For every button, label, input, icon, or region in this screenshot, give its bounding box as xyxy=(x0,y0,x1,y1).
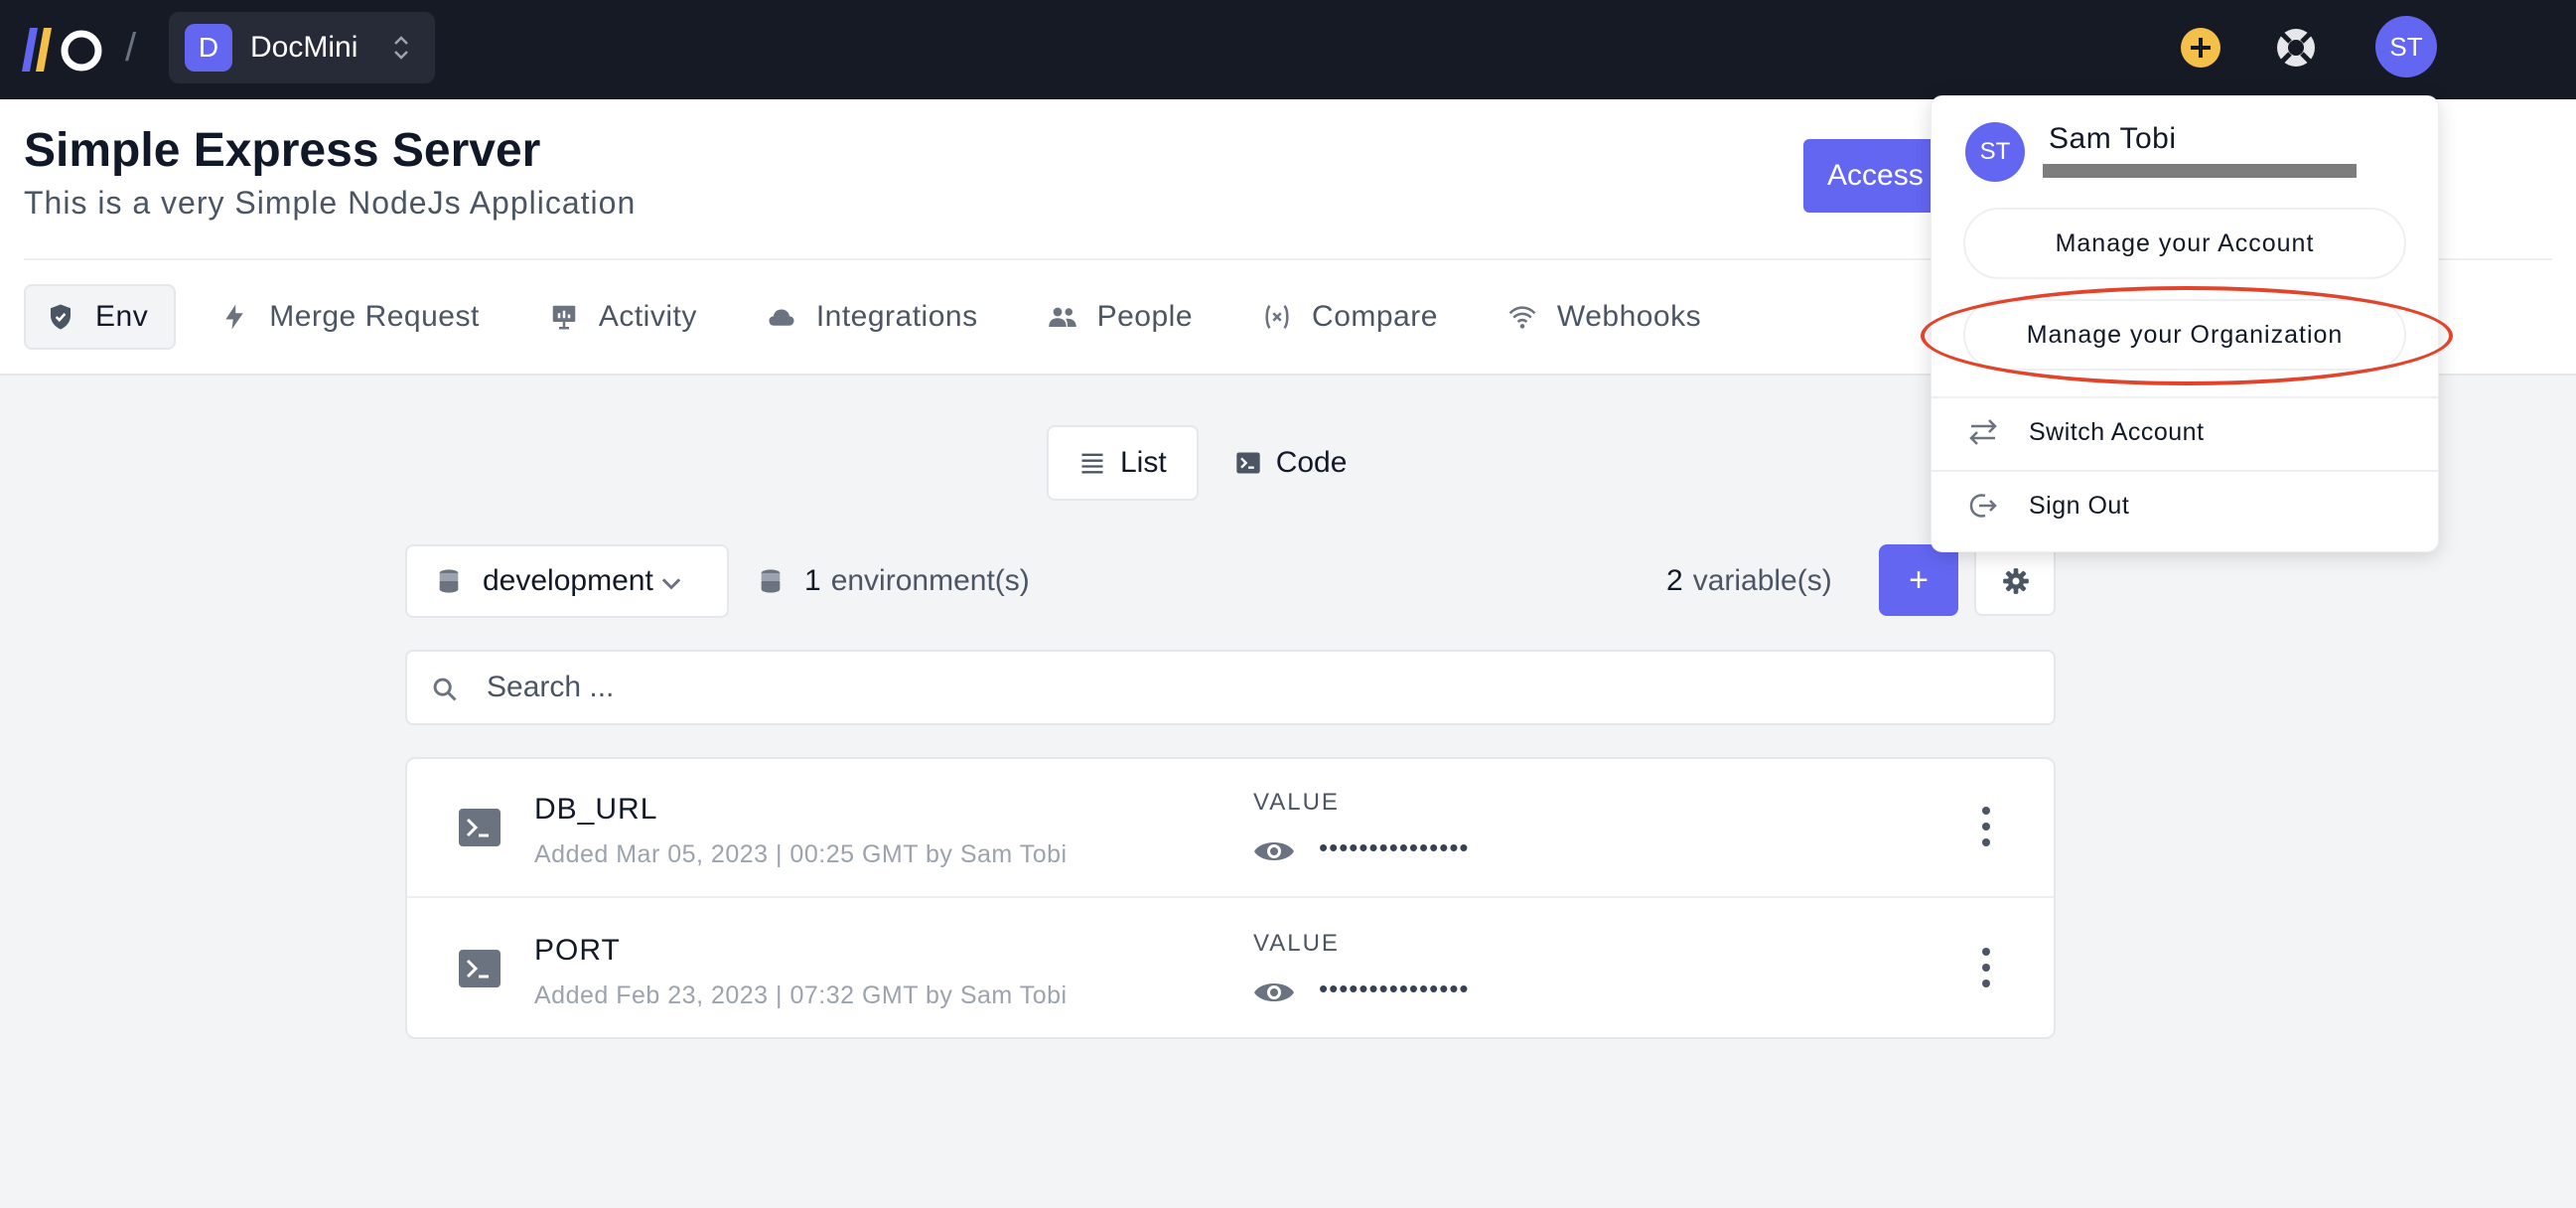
user-avatar[interactable]: ST xyxy=(2375,16,2437,77)
wifi-icon xyxy=(1508,306,1536,329)
search-input[interactable] xyxy=(487,664,1976,711)
top-navbar: / D DocMini ST xyxy=(0,0,2576,99)
tab-label: Webhooks xyxy=(1556,300,1702,333)
sign-out-icon xyxy=(1969,494,1997,518)
chevron-up-down-icon xyxy=(394,36,408,60)
user-menu-dropdown: ST Sam Tobi Manage your Account Manage y… xyxy=(1931,95,2439,552)
tab-webhooks[interactable]: Webhooks xyxy=(1488,284,1727,350)
environment-count-number: 1 xyxy=(804,564,821,597)
database-icon xyxy=(761,569,781,593)
view-toggle: List Code xyxy=(1047,425,1382,501)
more-vertical-icon[interactable] xyxy=(1976,805,1996,848)
view-list-button[interactable]: List xyxy=(1047,425,1199,501)
variable-count-number: 2 xyxy=(1666,564,1683,597)
environment-settings-button[interactable] xyxy=(1974,544,2056,616)
tab-label: People xyxy=(1096,300,1194,333)
organization-switcher[interactable]: D DocMini xyxy=(169,12,435,83)
list-icon xyxy=(1081,453,1103,474)
variable-row[interactable]: PORT Added Feb 23, 2023 | 07:32 GMT by S… xyxy=(407,900,2054,1039)
add-variable-button[interactable]: + xyxy=(1879,544,1958,616)
org-avatar: D xyxy=(185,24,232,72)
variable-name: DB_URL xyxy=(534,793,658,826)
variable-meta: Added Mar 05, 2023 | 00:25 GMT by Sam To… xyxy=(534,840,1068,868)
environment-name: development xyxy=(483,564,653,597)
variable-row[interactable]: DB_URL Added Mar 05, 2023 | 00:25 GMT by… xyxy=(407,759,2054,898)
switch-account-item[interactable]: Switch Account xyxy=(1932,396,2438,468)
gear-icon xyxy=(2003,568,2029,594)
tab-activity[interactable]: Activity xyxy=(529,284,723,350)
terminal-icon xyxy=(459,809,501,846)
bolt-icon xyxy=(225,304,243,330)
sign-out-label: Sign Out xyxy=(2029,491,2130,520)
masked-value: ••••••••••••••• xyxy=(1319,832,1470,862)
switch-arrows-icon xyxy=(1969,419,1997,445)
environment-count: 1 environment(s) xyxy=(757,544,1030,618)
tab-compare[interactable]: Compare xyxy=(1242,284,1464,350)
search-bar xyxy=(405,650,2056,725)
manage-organization-button[interactable]: Manage your Organization xyxy=(1963,299,2406,371)
help-lifebuoy-icon[interactable] xyxy=(2274,26,2318,70)
dropdown-user-name: Sam Tobi xyxy=(2049,122,2177,155)
eye-icon[interactable] xyxy=(1253,836,1295,866)
terminal-icon xyxy=(459,950,501,987)
manage-account-button[interactable]: Manage your Account xyxy=(1963,208,2406,279)
org-name: DocMini xyxy=(250,31,358,64)
view-list-label: List xyxy=(1120,446,1167,479)
tab-label: Integrations xyxy=(815,300,978,333)
value-label: VALUE xyxy=(1253,930,1340,957)
database-icon xyxy=(439,569,459,593)
tab-env[interactable]: Env xyxy=(24,284,177,350)
variable-name: PORT xyxy=(534,934,621,967)
environment-count-label: environment(s) xyxy=(830,564,1030,597)
environment-select[interactable]: development xyxy=(405,544,729,618)
search-icon xyxy=(433,678,457,701)
dropdown-avatar: ST xyxy=(1965,122,2025,182)
tab-people[interactable]: People xyxy=(1028,284,1218,350)
variable-list: DB_URL Added Mar 05, 2023 | 00:25 GMT by… xyxy=(405,757,2056,1039)
page-title: Simple Express Server xyxy=(24,124,541,177)
terminal-icon xyxy=(1236,452,1260,474)
tab-integrations[interactable]: Integrations xyxy=(747,284,1004,350)
tab-label: Compare xyxy=(1312,300,1438,333)
users-icon xyxy=(1048,307,1076,327)
cloud-icon xyxy=(769,309,794,326)
app-logo[interactable] xyxy=(22,26,103,74)
tab-merge-request[interactable]: Merge Request xyxy=(200,284,505,350)
tab-label: Merge Request xyxy=(269,300,480,333)
switch-account-label: Switch Account xyxy=(2029,417,2205,446)
page-subtitle: This is a very Simple NodeJs Application xyxy=(24,185,637,221)
variable-meta: Added Feb 23, 2023 | 07:32 GMT by Sam To… xyxy=(534,982,1068,1009)
variable-count: 2 variable(s) xyxy=(1666,544,1832,618)
breadcrumb-separator: / xyxy=(125,26,137,70)
value-label: VALUE xyxy=(1253,789,1340,816)
view-code-button[interactable]: Code xyxy=(1205,425,1377,501)
variable-icon xyxy=(1265,305,1289,329)
project-tabs: Env Merge Request Activity Integrations … xyxy=(24,284,1751,350)
presentation-icon xyxy=(552,305,576,330)
variable-count-label: variable(s) xyxy=(1692,564,1832,597)
tab-label: Activity xyxy=(598,300,697,333)
add-circle-icon[interactable] xyxy=(2179,26,2222,70)
view-code-label: Code xyxy=(1275,446,1348,479)
masked-value: ••••••••••••••• xyxy=(1319,974,1470,1003)
shield-icon xyxy=(51,304,71,330)
more-vertical-icon[interactable] xyxy=(1976,946,1996,989)
eye-icon[interactable] xyxy=(1253,978,1295,1007)
sign-out-item[interactable]: Sign Out xyxy=(1932,470,2438,541)
redacted-email xyxy=(2043,164,2357,178)
chevron-down-icon xyxy=(661,578,681,590)
tab-label: Env xyxy=(95,300,149,333)
